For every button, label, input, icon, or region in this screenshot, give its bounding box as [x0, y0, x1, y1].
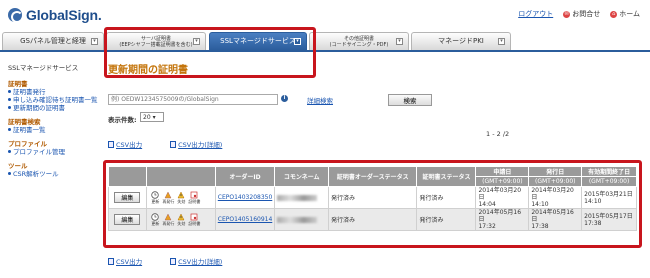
sidebar-item-issue[interactable]: 証明書発行	[8, 88, 103, 96]
sidebar-item-profile-manage[interactable]: プロファイル管理	[8, 148, 103, 156]
csv-export-label: CSV出力	[116, 141, 143, 149]
sidebar-item-cert-list[interactable]: 証明書一覧	[8, 126, 103, 134]
sidebar-section-profile: プロファイル	[8, 140, 47, 148]
home-icon: ⌂	[610, 10, 618, 18]
tab-other-cert-label: その他証明書 (コードサイニング・PDF)	[329, 35, 389, 48]
tab-managed-pki[interactable]: マネージドPKI ▾	[411, 32, 511, 50]
csv-export-detail-link[interactable]: CSV出力(詳細)	[170, 256, 222, 266]
sidebar-item-renewal[interactable]: 更新期間の証明書	[8, 104, 103, 112]
top-links: ログアウト ✉ お問合せ ⌂ ホーム	[518, 9, 640, 19]
search-button[interactable]: 検索	[388, 94, 432, 106]
sidebar-section-tools: ツール	[8, 162, 28, 170]
main-nav: GSパネル管理と経理 ▾ サーバ証明書 (EEPシヤフー搭載証明書を含む) ▾ …	[0, 32, 650, 52]
page-info: 1 - 2 /2	[486, 130, 510, 138]
info-icon[interactable]: i	[281, 95, 288, 102]
sidebar-heading: SSLマネージドサービス	[8, 64, 79, 72]
page-title: 更新期間の証明書	[108, 65, 188, 76]
count-label: 表示件数:	[108, 116, 137, 124]
contact-label: お問合せ	[572, 10, 601, 18]
tab-managed-pki-label: マネージドPKI	[438, 37, 484, 45]
csv-export-detail-link[interactable]: CSV出力(詳細)	[170, 139, 222, 149]
tab-gs-panel[interactable]: GSパネル管理と経理 ▾	[2, 32, 104, 50]
brand-name: GlobalSign.	[26, 7, 102, 23]
home-label: ホーム	[619, 10, 640, 18]
tab-gs-panel-label: GSパネル管理と経理	[20, 37, 86, 45]
csv-export-link[interactable]: CSV出力	[108, 139, 142, 149]
csv-export-link[interactable]: CSV出力	[108, 256, 142, 266]
csv-file-icon	[170, 140, 177, 148]
logout-link[interactable]: ログアウト	[518, 9, 553, 19]
count-select-value: 20	[143, 113, 151, 121]
home-link[interactable]: ⌂ ホーム	[610, 9, 640, 19]
csv-file-icon	[108, 140, 114, 148]
chevron-down-icon: ▾	[91, 38, 98, 45]
sidebar: SSLマネージドサービス 証明書 証明書発行 申し込み確認待ち証明書一覧 更新期…	[8, 62, 103, 178]
contact-link[interactable]: ✉ お問合せ	[563, 9, 600, 19]
chevron-down-icon: ▾	[152, 113, 156, 121]
sidebar-section-search: 証明書検索	[8, 118, 41, 126]
csv-links-bottom: CSV出力 CSV出力(詳細)	[108, 256, 222, 266]
advanced-search-link[interactable]: 詳細検索	[307, 95, 333, 105]
tab-other-cert[interactable]: その他証明書 (コードサイニング・PDF) ▾	[309, 32, 409, 50]
mail-icon: ✉	[563, 10, 571, 18]
highlight-box-table	[103, 160, 642, 248]
sidebar-section-cert: 証明書	[8, 80, 28, 88]
csv-file-icon	[170, 257, 177, 265]
globe-icon	[8, 8, 23, 23]
search-input[interactable]	[108, 94, 278, 105]
csv-file-icon	[108, 257, 114, 265]
count-select[interactable]: 20 ▾	[140, 112, 164, 122]
sidebar-item-csr-tool[interactable]: CSR解析ツール	[8, 170, 103, 178]
csv-export-detail-label: CSV出力(詳細)	[178, 258, 223, 266]
csv-links-top: CSV出力 CSV出力(詳細)	[108, 139, 222, 149]
chevron-down-icon: ▾	[498, 38, 505, 45]
csv-export-label: CSV出力	[116, 258, 143, 266]
sidebar-item-pending[interactable]: 申し込み確認待ち証明書一覧	[8, 96, 103, 104]
csv-export-detail-label: CSV出力(詳細)	[178, 141, 223, 149]
globalsign-logo[interactable]: GlobalSign.	[8, 6, 102, 24]
chevron-down-icon: ▾	[396, 38, 403, 45]
